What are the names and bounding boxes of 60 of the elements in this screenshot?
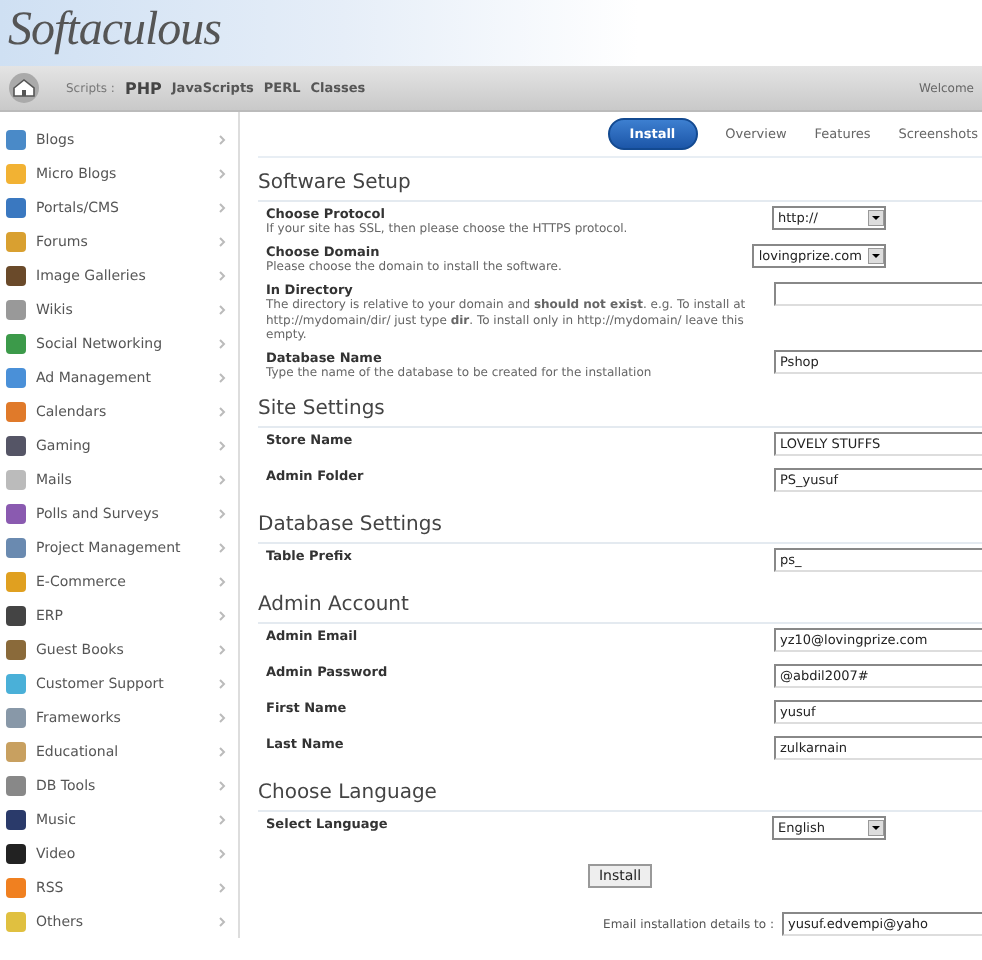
section-title: Choose Language xyxy=(258,782,982,813)
chevron-right-icon xyxy=(218,575,226,587)
chevron-right-icon xyxy=(218,167,226,179)
chevron-right-icon xyxy=(218,439,226,451)
chevron-right-icon xyxy=(218,813,226,825)
category-icon xyxy=(4,399,28,423)
chevron-right-icon xyxy=(218,269,226,281)
chevron-right-icon xyxy=(218,405,226,417)
category-icon xyxy=(4,569,28,593)
dropdown-arrow-icon xyxy=(868,210,884,226)
chevron-right-icon xyxy=(218,303,226,315)
category-icon xyxy=(4,229,28,253)
home-icon[interactable] xyxy=(8,72,40,104)
nav-link[interactable]: PHP xyxy=(124,79,162,97)
chevron-right-icon xyxy=(218,677,226,689)
logo: Softaculous xyxy=(6,2,221,58)
category-icon xyxy=(4,671,28,695)
chevron-right-icon xyxy=(218,779,226,791)
category-icon xyxy=(4,773,28,797)
category-icon xyxy=(4,297,28,321)
category-icon xyxy=(4,705,28,729)
category-icon xyxy=(4,841,28,865)
chevron-right-icon xyxy=(218,881,226,893)
category-icon xyxy=(4,195,28,219)
category-icon xyxy=(4,501,28,525)
category-icon xyxy=(4,433,28,457)
chevron-right-icon xyxy=(218,643,226,655)
chevron-right-icon xyxy=(218,915,226,927)
category-icon xyxy=(4,535,28,559)
chevron-right-icon xyxy=(218,201,226,213)
chevron-right-icon xyxy=(218,711,226,723)
section-title: Database Settings xyxy=(258,514,982,545)
chevron-right-icon xyxy=(218,507,226,519)
section-title: Admin Account xyxy=(258,594,982,625)
category-icon xyxy=(4,467,28,491)
dropdown-arrow-icon xyxy=(868,820,884,837)
category-icon xyxy=(4,807,28,831)
category-icon xyxy=(4,603,28,627)
chevron-right-icon xyxy=(218,745,226,757)
section-title: Site Settings xyxy=(258,398,982,429)
category-icon xyxy=(4,909,28,933)
category-icon xyxy=(4,637,28,661)
chevron-right-icon xyxy=(218,133,226,145)
chevron-right-icon xyxy=(218,847,226,859)
category-icon xyxy=(4,263,28,287)
category-icon xyxy=(4,875,28,899)
chevron-right-icon xyxy=(218,337,226,349)
category-icon xyxy=(4,331,28,355)
dropdown-arrow-icon xyxy=(868,248,884,265)
chevron-right-icon xyxy=(218,371,226,383)
text-field[interactable] xyxy=(774,282,982,307)
chevron-right-icon xyxy=(218,541,226,553)
chevron-right-icon xyxy=(218,473,226,485)
chevron-right-icon xyxy=(218,235,226,247)
category-icon xyxy=(4,739,28,763)
chevron-right-icon xyxy=(218,609,226,621)
category-icon xyxy=(4,161,28,185)
section-title: Software Setup xyxy=(258,172,982,202)
category-icon xyxy=(4,365,28,389)
category-icon xyxy=(4,127,28,151)
